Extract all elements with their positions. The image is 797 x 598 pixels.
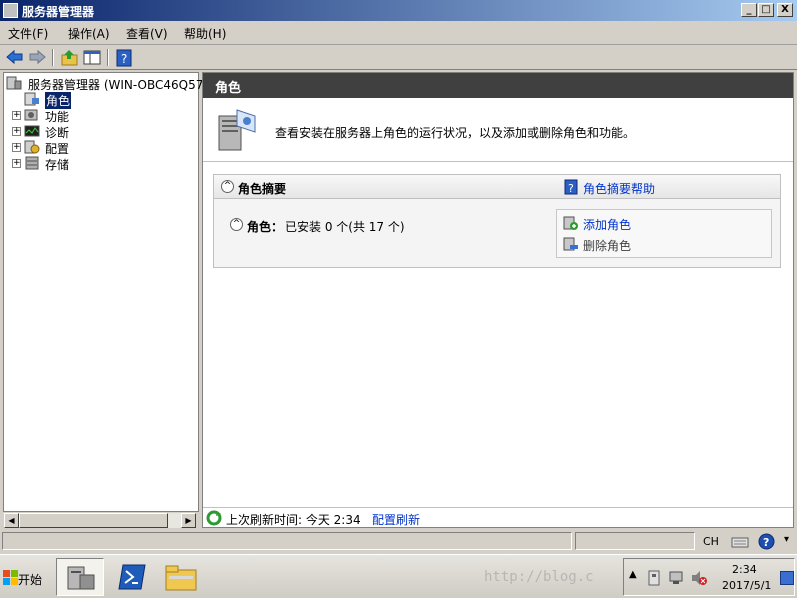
tree-horizontal-scrollbar[interactable]: ◀ ▶ [3,511,199,528]
toolbar: ? [0,45,797,70]
menu-bar: 文件(F) 操作(A) 查看(V) 帮助(H) [0,21,797,45]
tree-item-label: 存储 [45,158,70,172]
status-bar: CH ? ▾ [0,530,797,552]
scroll-left-icon[interactable]: ◀ [4,513,19,528]
refresh-footer: 上次刷新时间: 今天 2:34 配置刷新 [203,507,793,527]
server-roles-illustration-icon [218,109,256,151]
language-indicator[interactable]: CH [703,535,719,548]
tree-item-label: 角色 [45,92,72,109]
powershell-icon [118,564,146,590]
folder-icon [165,565,197,591]
volume-muted-icon[interactable] [690,570,708,586]
scroll-right-icon[interactable]: ▶ [181,513,196,528]
taskbar-powershell[interactable] [108,558,156,596]
refresh-icon [206,510,222,526]
server-manager-icon [67,566,95,590]
show-desktop-button[interactable] [780,571,794,585]
expand-icon[interactable]: + [12,111,21,120]
close-button[interactable]: X [777,3,793,17]
taskbar-server-manager[interactable] [56,558,104,596]
details-pane: 角色 查看安装在服务器上角色的运行状况，以及添加或删除角色和功能。 ^ 角色摘要… [202,72,794,528]
roles-summary-panel: ^ 角色摘要 ? 角色摘要帮助 ^ 角色： 已安装 0 个(共 17 个) 添加… [213,174,781,268]
svg-text:?: ? [568,182,574,195]
expand-icon[interactable]: + [12,143,21,152]
windows-logo-icon [3,570,18,585]
toolbar-separator [52,49,54,66]
intro-section: 查看安装在服务器上角色的运行状况，以及添加或删除角色和功能。 [203,98,793,162]
back-arrow-icon[interactable] [5,48,25,67]
window-title: 服务器管理器 [22,5,95,19]
tree-item-label: 配置 [45,142,70,156]
taskbar-explorer[interactable] [158,558,206,596]
server-manager-icon [3,3,18,18]
menu-action[interactable]: 操作(A) [68,25,110,42]
chevron-up-icon[interactable]: ▲ [629,569,637,580]
keyboard-icon[interactable] [731,533,749,549]
watermark-text: http://blog.c [484,569,594,585]
features-icon [24,109,38,121]
up-folder-icon[interactable] [60,48,80,67]
add-roles-icon [563,216,578,230]
roles-actions-box: 添加角色 删除角色 [556,209,772,258]
storage-icon [25,156,39,170]
clock-date[interactable]: 2017/5/1 [722,579,771,592]
minimize-button[interactable]: _ [741,3,757,17]
pane-title: 角色 [215,81,242,96]
menu-file[interactable]: 文件(F) [8,25,48,42]
menu-view[interactable]: 查看(V) [126,25,168,42]
roles-summary-header: ^ 角色摘要 ? 角色摘要帮助 [214,175,780,199]
collapse-icon[interactable]: ^ [221,180,234,193]
expand-icon[interactable]: + [12,159,21,168]
remove-roles-link[interactable]: 删除角色 [583,237,631,254]
configuration-icon [24,140,40,154]
taskbar: 开始 http://blog.c ▲ 2:34 2017/5/1 [0,554,797,598]
pane-header: 角色 [203,73,793,98]
show-hide-console-tree-icon[interactable] [82,48,102,67]
svg-text:?: ? [121,52,127,66]
toolbar-separator [107,49,109,66]
forward-arrow-icon[interactable] [27,48,47,67]
expand-icon[interactable]: + [12,127,21,136]
svg-text:?: ? [763,536,769,549]
roles-summary-title: 角色摘要 [238,182,287,196]
tree-item-label: 诊断 [45,126,70,140]
collapse-icon[interactable]: ^ [230,218,243,231]
system-tray: ▲ 2:34 2017/5/1 [623,558,795,596]
roles-label: 角色： [247,220,284,234]
diagnostics-icon [24,125,40,137]
start-button[interactable]: 开始 [0,559,48,595]
status-panel [2,532,572,550]
remove-roles-icon [563,237,578,251]
scroll-thumb[interactable] [19,513,168,528]
console-tree: 服务器管理器 (WIN-OBC46Q5709 角色 + 功能 + 诊断 + 配置… [3,72,219,528]
help-circle-icon[interactable]: ? [758,533,775,550]
tree-item-label: 功能 [45,110,70,124]
roles-icon [24,92,39,106]
add-roles-link[interactable]: 添加角色 [583,216,631,233]
title-bar: 服务器管理器 _ □ X [0,0,797,21]
server-icon [6,76,22,90]
help-book-icon[interactable]: ? [114,48,134,67]
tree-root-label: 服务器管理器 (WIN-OBC46Q5709 [28,78,219,92]
menu-help[interactable]: 帮助(H) [184,25,226,42]
intro-text: 查看安装在服务器上角色的运行状况，以及添加或删除角色和功能。 [275,126,636,140]
clock-time[interactable]: 2:34 [732,563,757,576]
last-refresh-text: 上次刷新时间: 今天 2:34 [226,513,361,527]
help-book-icon: ? [564,179,578,195]
status-panel [575,532,695,550]
config-refresh-link[interactable]: 配置刷新 [372,511,420,528]
maximize-button[interactable]: □ [758,3,774,17]
chevron-down-icon[interactable]: ▾ [784,534,789,545]
network-icon[interactable] [668,570,684,586]
roles-status: 已安装 0 个(共 17 个) [285,220,405,234]
scroll-track[interactable] [168,513,181,528]
roles-summary-help-link[interactable]: 角色摘要帮助 [583,180,655,197]
start-label: 开始 [18,573,43,587]
device-icon[interactable] [646,570,662,586]
